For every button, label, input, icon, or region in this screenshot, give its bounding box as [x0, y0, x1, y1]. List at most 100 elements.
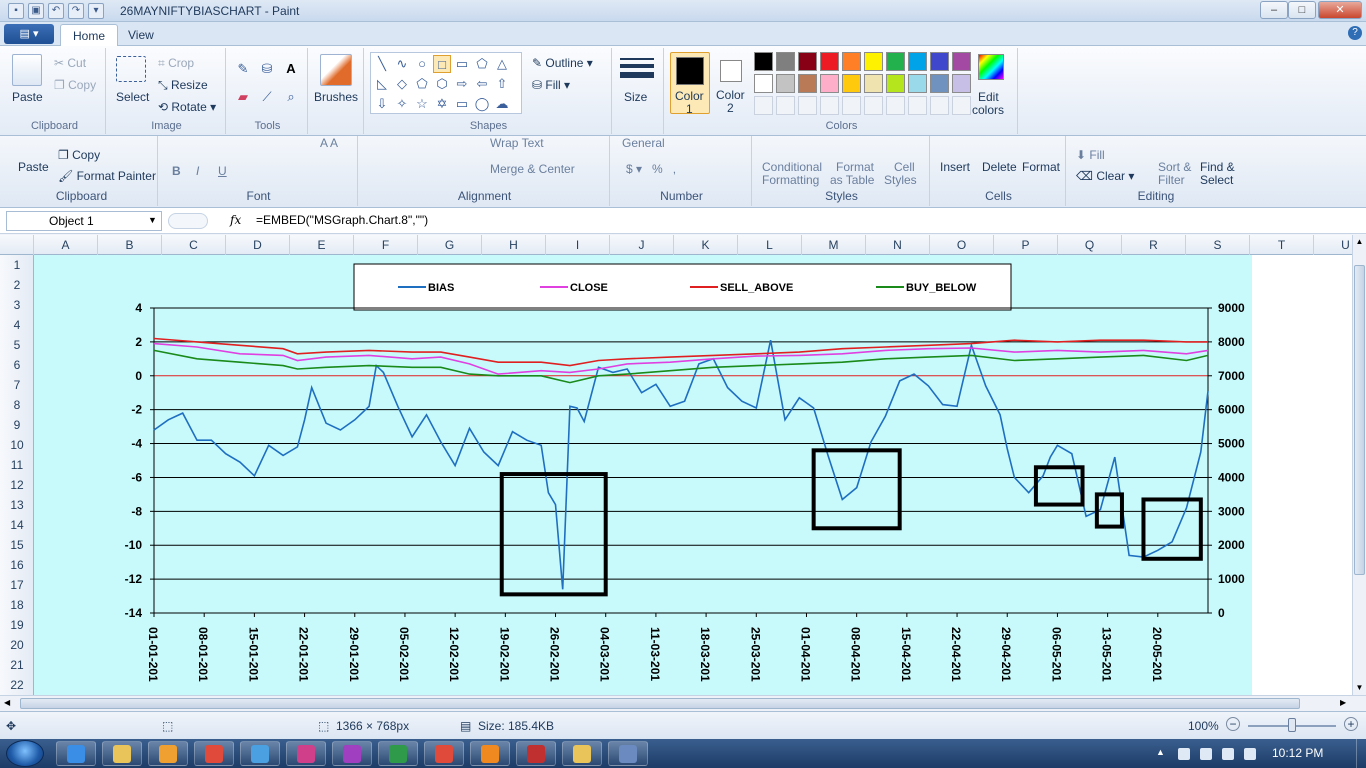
file-menu-button[interactable]: ▤ ▾ — [4, 24, 54, 44]
taskbar-explorer-button[interactable] — [562, 741, 602, 766]
pencil-icon[interactable]: ✎ — [234, 60, 252, 78]
edit-colors-label[interactable]: Edit — [978, 90, 999, 104]
help-icon[interactable]: ? — [1348, 26, 1362, 40]
outline-button[interactable]: ✎ Outline ▾ — [532, 56, 593, 70]
taskbar-chrome-button[interactable] — [424, 741, 464, 766]
taskbar-chrome-button[interactable] — [194, 741, 234, 766]
palette-swatch[interactable] — [776, 52, 795, 71]
six-point-star-icon[interactable]: ✡ — [433, 95, 451, 113]
text-tool-icon[interactable]: A — [282, 60, 300, 78]
palette-swatch-empty[interactable] — [886, 96, 905, 115]
tray-expand-icon[interactable]: ▲ — [1156, 747, 1168, 759]
brush-icon[interactable] — [320, 54, 352, 86]
four-point-star-icon[interactable]: ✧ — [393, 95, 411, 113]
palette-swatch[interactable] — [864, 52, 883, 71]
palette-swatch[interactable] — [820, 52, 839, 71]
palette-swatch[interactable] — [776, 74, 795, 93]
five-point-star-icon[interactable]: ☆ — [413, 95, 431, 113]
oval-callout-icon[interactable]: ◯ — [473, 95, 491, 113]
taskbar-paint-button[interactable] — [516, 741, 556, 766]
crop-button[interactable]: ⌗ Crop — [158, 56, 194, 71]
show-desktop-button[interactable] — [1356, 739, 1366, 768]
pentagon-shape-icon[interactable]: ⬠ — [413, 75, 431, 93]
customize-qat-icon[interactable]: ▾ — [88, 3, 104, 19]
paste-button[interactable]: Paste — [12, 90, 43, 104]
cloud-callout-icon[interactable]: ☁ — [493, 95, 511, 113]
power-icon[interactable] — [1200, 748, 1212, 760]
vertical-scrollbar[interactable]: ▲ ▼ — [1352, 235, 1366, 695]
action-center-icon[interactable] — [1178, 748, 1190, 760]
callout-icon[interactable]: ▭ — [453, 95, 471, 113]
color2-button[interactable]: Color 2 — [712, 52, 752, 115]
volume-icon[interactable] — [1244, 748, 1256, 760]
palette-swatch[interactable] — [754, 74, 773, 93]
eraser-icon[interactable]: ▰ — [234, 88, 252, 106]
fill-bucket-icon[interactable]: ⛁ — [258, 60, 276, 78]
taskbar-app-button[interactable] — [240, 741, 280, 766]
palette-swatch[interactable] — [886, 74, 905, 93]
palette-swatch[interactable] — [864, 74, 883, 93]
palette-swatch[interactable] — [842, 74, 861, 93]
copy-button[interactable]: ❐ Copy — [54, 78, 96, 92]
taskbar-app-button[interactable] — [332, 741, 372, 766]
diamond-shape-icon[interactable]: ◇ — [393, 75, 411, 93]
undo-icon[interactable]: ↶ — [48, 3, 64, 19]
rounded-rectangle-icon[interactable]: ▭ — [453, 55, 471, 73]
resize-button[interactable]: ⤡ Resize — [158, 78, 208, 93]
network-icon[interactable] — [1222, 748, 1234, 760]
select-icon[interactable] — [116, 56, 146, 82]
maximize-button[interactable]: □ — [1288, 1, 1316, 19]
taskbar-explorer-button[interactable] — [102, 741, 142, 766]
palette-swatch[interactable] — [842, 52, 861, 71]
palette-swatch-empty[interactable] — [930, 96, 949, 115]
palette-swatch-empty[interactable] — [842, 96, 861, 115]
palette-swatch[interactable] — [798, 74, 817, 93]
palette-swatch[interactable] — [820, 74, 839, 93]
edit-colors-icon[interactable] — [978, 54, 1004, 80]
palette-swatch-empty[interactable] — [798, 96, 817, 115]
palette-swatch-empty[interactable] — [820, 96, 839, 115]
vertical-scroll-thumb[interactable] — [1354, 265, 1365, 575]
palette-swatch[interactable] — [908, 74, 927, 93]
shapes-gallery[interactable]: ╲ ∿ ○ □ ▭ ⬠ △ ◺ ◇ ⬠ ⬡ ⇨ ⇦ ⇧ ⇩ ✧ ☆ ✡ ▭ ◯ … — [370, 52, 522, 114]
start-button[interactable] — [6, 740, 44, 767]
horizontal-scroll-thumb[interactable] — [20, 698, 1300, 709]
palette-swatch[interactable] — [930, 52, 949, 71]
oval-shape-icon[interactable]: ○ — [413, 55, 431, 73]
line-shape-icon[interactable]: ╲ — [373, 55, 391, 73]
palette-swatch[interactable] — [886, 52, 905, 71]
brushes-button[interactable]: Brushes — [314, 90, 358, 104]
taskbar-app-button[interactable] — [608, 741, 648, 766]
zoom-in-icon[interactable]: + — [1344, 717, 1358, 731]
taskbar-app-button[interactable] — [286, 741, 326, 766]
palette-swatch-empty[interactable] — [908, 96, 927, 115]
triangle-shape-icon[interactable]: △ — [493, 55, 511, 73]
close-button[interactable]: ✕ — [1318, 1, 1362, 19]
scroll-up-icon[interactable]: ▲ — [1354, 237, 1365, 247]
size-button[interactable]: Size — [624, 90, 647, 104]
minimize-button[interactable]: – — [1260, 1, 1288, 19]
redo-icon[interactable]: ↷ — [68, 3, 84, 19]
palette-swatch[interactable] — [754, 52, 773, 71]
cut-button[interactable]: ✂ Cut — [54, 56, 86, 70]
palette-swatch[interactable] — [908, 52, 927, 71]
scroll-left-icon[interactable]: ◀ — [4, 698, 10, 707]
palette-swatch-empty[interactable] — [754, 96, 773, 115]
palette-swatch[interactable] — [952, 74, 971, 93]
size-lines-icon[interactable] — [620, 56, 654, 82]
right-arrow-icon[interactable]: ⇨ — [453, 75, 471, 93]
zoom-out-icon[interactable]: − — [1226, 717, 1240, 731]
edit-colors-label-2[interactable]: colors — [972, 103, 1004, 117]
horizontal-scrollbar[interactable]: ◀ ▶ — [0, 695, 1366, 711]
down-arrow-icon[interactable]: ⇩ — [373, 95, 391, 113]
save-icon[interactable]: ▣ — [28, 3, 44, 19]
taskbar-excel-button[interactable] — [378, 741, 418, 766]
palette-swatch[interactable] — [930, 74, 949, 93]
color-picker-icon[interactable]: ⟋ — [258, 88, 276, 106]
fill-button[interactable]: ⛁ Fill ▾ — [532, 78, 570, 92]
palette-swatch-empty[interactable] — [776, 96, 795, 115]
taskbar-vlc-button[interactable] — [470, 741, 510, 766]
tab-view[interactable]: View — [116, 24, 166, 46]
tab-home[interactable]: Home — [60, 24, 119, 46]
rotate-button[interactable]: ⟲ Rotate ▾ — [158, 100, 216, 114]
